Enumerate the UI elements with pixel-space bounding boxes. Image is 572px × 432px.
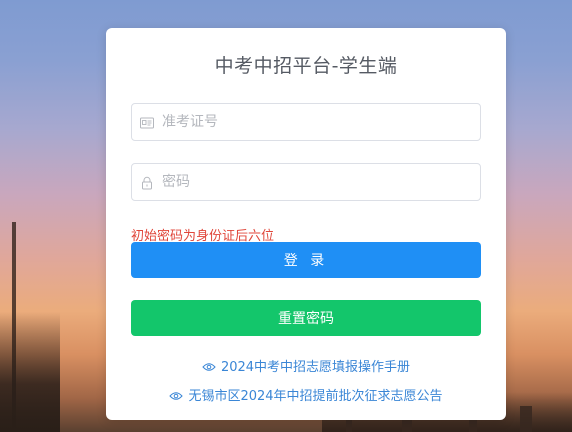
background-building-left [0,312,60,432]
id-card-icon [140,115,154,129]
manual-link-label: 2024中考中招志愿填报操作手册 [220,360,411,375]
announcement-link[interactable]: 无锡市区2024年中招提前批次征求志愿公告 [106,388,506,406]
manual-link[interactable]: 2024中考中招志愿填报操作手册 [106,359,506,377]
page-title: 中考中招平台-学生端 [214,55,398,77]
reset-password-button[interactable]: 重置密码 [131,300,481,336]
lock-icon [140,175,154,190]
exam-id-input[interactable] [162,104,472,140]
login-card: 中考中招平台-学生端 初始密码为身份证后六位 登 录 重置密码 [106,28,506,420]
background-tower [520,406,532,432]
eye-icon [202,360,216,371]
login-button[interactable]: 登 录 [131,242,481,278]
password-input[interactable] [162,164,472,200]
password-field[interactable] [131,163,481,201]
exam-id-field[interactable] [131,103,481,141]
eye-icon [169,389,184,400]
announcement-link-label: 无锡市区2024年中招提前批次征求志愿公告 [188,389,443,404]
